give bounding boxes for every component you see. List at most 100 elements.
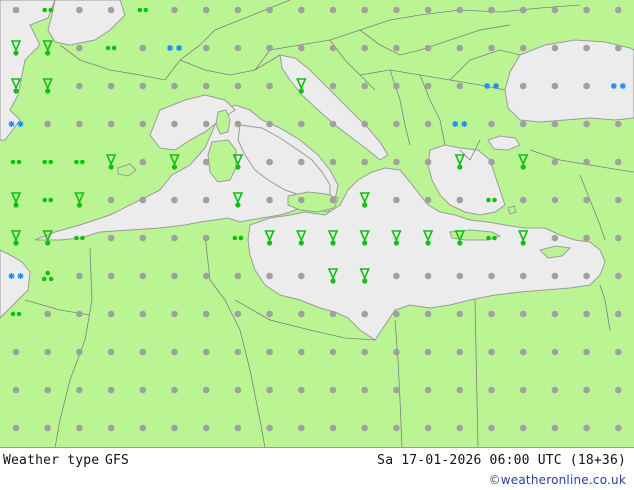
dry-dot [551, 82, 559, 90]
dry-dot [488, 310, 495, 318]
dry-dot [393, 310, 400, 318]
dry-dot [266, 6, 273, 14]
dry-dot [424, 6, 432, 14]
dry-dot [393, 120, 400, 128]
dry-dot [171, 196, 178, 204]
dry-dot [171, 386, 178, 394]
dry-dot [329, 386, 337, 394]
dry-dot [139, 348, 147, 356]
dry-dot [456, 386, 464, 394]
dry-dot [519, 120, 527, 128]
dry-dot [424, 158, 432, 166]
dry-dot [171, 82, 178, 90]
dry-dot [171, 120, 178, 128]
dry-dot [298, 310, 305, 318]
dry-dot [266, 424, 273, 432]
dry-dot [107, 424, 115, 432]
dry-dot [12, 6, 20, 14]
dry-dot [393, 82, 400, 90]
dry-dot [615, 44, 622, 52]
dry-dot [171, 6, 178, 14]
dry-dot [12, 348, 20, 356]
dry-dot [202, 6, 210, 14]
dry-dot [76, 424, 83, 432]
dry-dot [329, 310, 337, 318]
credit-link[interactable]: ©weatheronline.co.uk [489, 473, 626, 487]
dry-dot [361, 348, 369, 356]
dry-dot [615, 234, 622, 242]
dry-dot [329, 348, 337, 356]
dry-dot [551, 272, 559, 280]
model-label: GFS [105, 453, 130, 468]
dry-dot [615, 348, 622, 356]
map-footer: Weather type GFS Sa 17-01-2026 06:00 UTC… [0, 449, 634, 490]
dry-dot [234, 424, 242, 432]
dry-dot [424, 424, 432, 432]
dry-dot [266, 44, 273, 52]
dry-dot [488, 44, 495, 52]
dry-dot [456, 6, 464, 14]
dry-dot [456, 348, 464, 356]
dry-dot [615, 158, 622, 166]
dry-dot [107, 310, 115, 318]
dry-dot [456, 196, 464, 204]
dry-dot [488, 424, 495, 432]
dry-dot [44, 348, 51, 356]
valid-time-label: Sa 17-01-2026 06:00 UTC (18+36) [377, 453, 626, 468]
dry-dot [139, 196, 147, 204]
dry-dot [76, 44, 83, 52]
dry-dot [583, 424, 590, 432]
dry-dot [424, 120, 432, 128]
dry-dot [488, 158, 495, 166]
dry-dot [551, 348, 559, 356]
dry-dot [393, 158, 400, 166]
dry-dot [615, 386, 622, 394]
dry-dot [583, 348, 590, 356]
dry-dot [171, 310, 178, 318]
island-corsica [215, 109, 231, 135]
dry-dot [107, 120, 115, 128]
dry-dot [615, 196, 622, 204]
dry-dot [551, 234, 559, 242]
dry-dot [139, 386, 147, 394]
dry-dot [234, 120, 242, 128]
dry-dot [107, 82, 115, 90]
dry-dot [107, 272, 115, 280]
dry-dot [519, 82, 527, 90]
dry-dot [139, 272, 147, 280]
dry-dot [393, 272, 400, 280]
dry-dot [44, 120, 51, 128]
dry-dot [519, 196, 527, 204]
weather-map [0, 0, 634, 448]
island-rhodes [507, 205, 517, 215]
dry-dot [393, 424, 400, 432]
dry-dot [76, 6, 83, 14]
dry-dot [171, 272, 178, 280]
dry-dot [139, 44, 147, 52]
dry-dot [107, 234, 115, 242]
dry-dot [234, 272, 242, 280]
dry-dot [298, 44, 305, 52]
dry-dot [361, 6, 369, 14]
dry-dot [202, 158, 210, 166]
dry-dot [456, 310, 464, 318]
dry-dot [424, 348, 432, 356]
dry-dot [361, 120, 369, 128]
dry-dot [202, 272, 210, 280]
dry-dot [456, 272, 464, 280]
dry-dot [12, 386, 20, 394]
dry-dot [234, 348, 242, 356]
dry-dot [393, 386, 400, 394]
dry-dot [171, 234, 178, 242]
dry-dot [234, 82, 242, 90]
dry-dot [424, 82, 432, 90]
dry-dot [44, 386, 51, 394]
dry-dot [551, 6, 559, 14]
dry-dot [171, 348, 178, 356]
dry-dot [583, 196, 590, 204]
dry-dot [266, 272, 273, 280]
dry-dot [202, 386, 210, 394]
dry-dot [488, 348, 495, 356]
dry-dot [234, 386, 242, 394]
dry-dot [266, 82, 273, 90]
